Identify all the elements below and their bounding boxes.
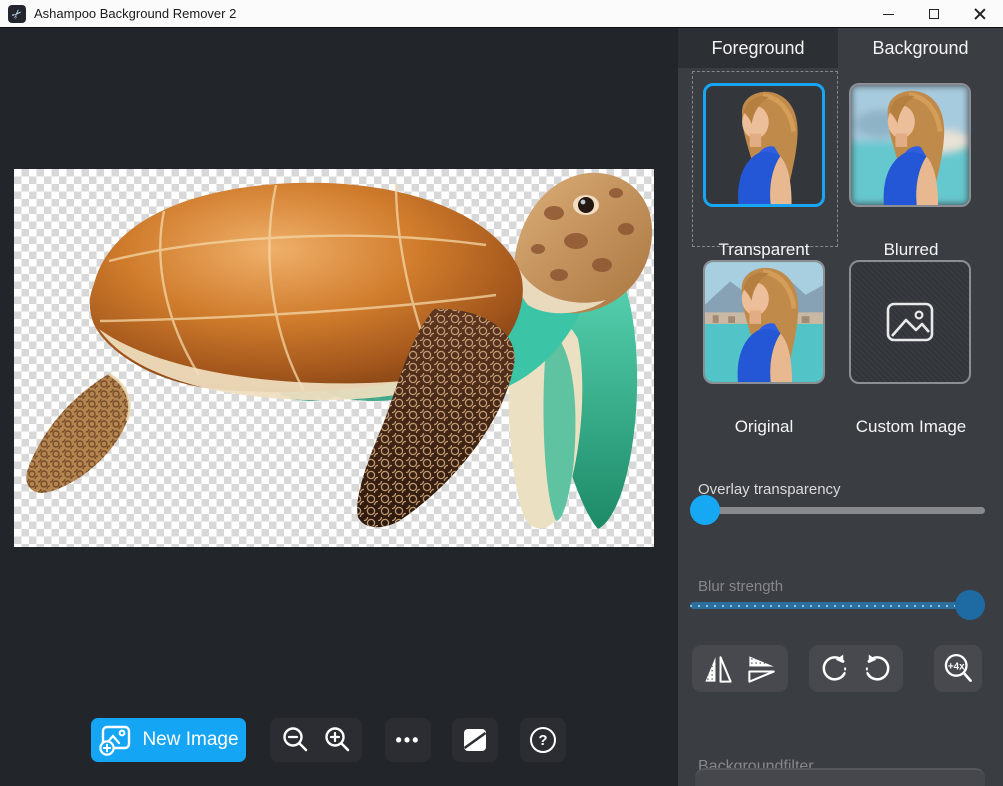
help-icon: ? [530,727,556,753]
scissors-icon: ✂ [8,5,26,23]
blur-slider-thumb[interactable] [955,590,985,620]
maximize-button[interactable] [911,0,957,28]
flip-horizontal-icon[interactable] [702,652,734,686]
blurred-thumb-image [851,85,969,205]
blur-slider-track[interactable] [690,602,985,609]
window-title: Ashampoo Background Remover 2 [34,6,236,21]
option-blurred-label: Blurred [838,239,984,260]
option-original-label: Original [691,416,837,437]
flip-vertical-icon[interactable] [746,652,778,686]
compare-icon [461,726,489,754]
new-image-label: New Image [142,729,238,751]
app-window: ✂ Ashampoo Background Remover 2 [0,0,1003,786]
option-custom-image[interactable] [849,260,971,384]
canvas-area: New Image ••• ? [0,28,678,786]
overlay-slider-thumb[interactable] [690,495,720,525]
option-blurred[interactable] [849,83,971,207]
zoom-4x-button[interactable]: +4x [934,645,982,692]
tab-background[interactable]: Background [838,28,1003,68]
sidebar: Foreground Background Transparent [678,28,1003,786]
flip-button-group [692,645,788,692]
original-thumb-image [705,262,823,382]
turtle-image [14,169,654,547]
tabbar: Foreground Background [678,28,1003,68]
new-image-button[interactable]: New Image [91,718,246,762]
new-image-icon [98,724,132,756]
option-custom-label: Custom Image [838,416,984,437]
help-button[interactable]: ? [520,718,566,762]
maximize-icon [929,9,939,19]
titlebar: ✂ Ashampoo Background Remover 2 [0,0,1003,28]
overlay-slider-track[interactable] [690,507,985,514]
more-icon: ••• [396,730,421,751]
image-placeholder-icon [886,302,934,342]
zoom-in-icon[interactable] [323,726,351,754]
close-button[interactable] [957,0,1003,28]
zoom-out-icon[interactable] [281,726,309,754]
transparent-thumb-image [706,86,822,204]
zoom-4x-label: +4x [948,661,965,672]
zoom-4x-icon: +4x [941,651,975,687]
rotate-left-icon[interactable] [818,652,850,686]
more-options-button[interactable]: ••• [385,718,431,762]
compare-button[interactable] [452,718,498,762]
rotate-button-group [809,645,903,692]
minimize-icon [883,14,894,15]
backgroundfilter-dropdown[interactable] [695,768,985,786]
option-transparent[interactable] [703,83,825,207]
zoom-button-group [270,718,362,762]
tab-foreground[interactable]: Foreground [678,28,838,68]
rotate-right-icon[interactable] [862,652,894,686]
close-icon [974,8,986,20]
image-canvas[interactable] [14,169,654,547]
option-original[interactable] [703,260,825,384]
option-transparent-label: Transparent [691,239,837,260]
blur-strength-slider[interactable] [690,590,985,620]
minimize-button[interactable] [865,0,911,28]
overlay-transparency-slider[interactable] [690,495,985,525]
